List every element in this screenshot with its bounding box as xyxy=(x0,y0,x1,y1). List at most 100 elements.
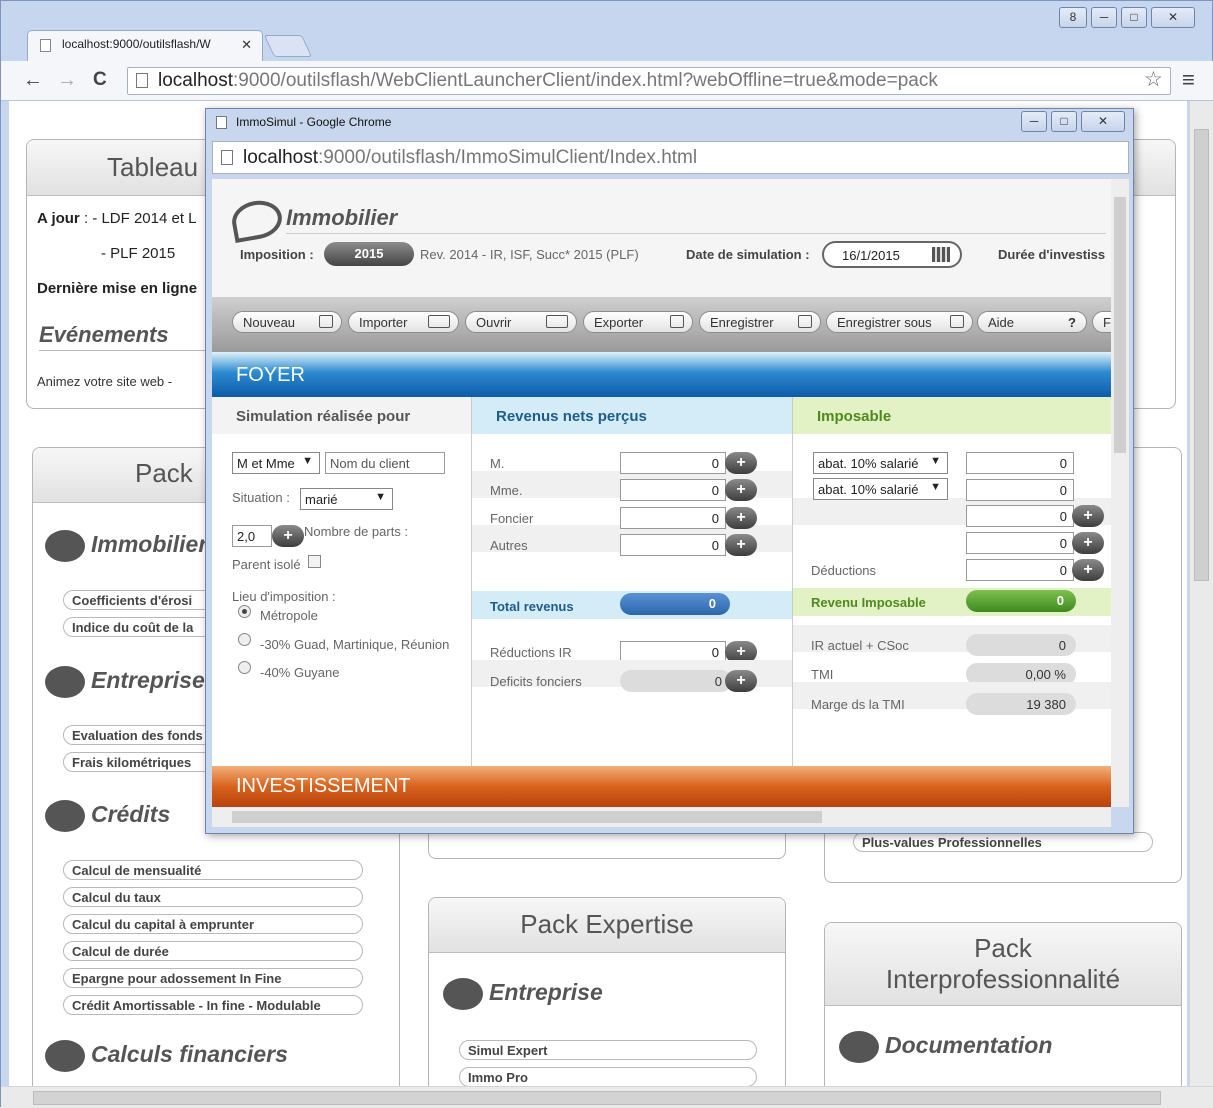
pack-inter-panel: Pack Interprofessionnalité Documentation xyxy=(824,922,1182,1086)
scroll-thumb[interactable] xyxy=(232,811,822,823)
category-entreprise: Entreprise xyxy=(45,666,205,698)
deficits-plus-button[interactable]: + xyxy=(725,670,757,692)
ajour-label: A jour xyxy=(37,210,80,227)
imposable-input-3[interactable]: 0 xyxy=(966,505,1074,527)
category-label: Crédits xyxy=(91,801,171,828)
popup-window-controls: ─ □ ✕ xyxy=(1021,111,1125,133)
menu-icon[interactable]: ≡ xyxy=(1182,67,1195,93)
revenu-imposable-label: Revenu Imposable xyxy=(811,595,926,610)
app-horizontal-scrollbar[interactable] xyxy=(212,807,1111,827)
date-simulation-input[interactable]: 16/1/2015 xyxy=(822,241,962,268)
link-taux[interactable]: Calcul du taux xyxy=(63,887,363,907)
link-capital[interactable]: Calcul du capital à emprunter xyxy=(63,914,363,934)
browser-tab[interactable]: localhost:9000/outilsflash/W ✕ xyxy=(27,30,263,61)
parts-plus-button[interactable]: + xyxy=(272,525,304,547)
calendar-icon[interactable] xyxy=(932,247,950,262)
window-controls: 8 ─ □ ✕ xyxy=(1059,7,1195,29)
pack-inter-title-line1: Pack xyxy=(974,933,1032,963)
ir-actuel-label: IR actuel + CSoc xyxy=(811,638,909,653)
radio-guadeloupe[interactable] xyxy=(238,633,251,646)
user-icon[interactable]: 8 xyxy=(1059,7,1087,28)
link-simul-expert[interactable]: Simul Expert xyxy=(459,1040,757,1060)
page-horizontal-scrollbar[interactable] xyxy=(1,1086,1213,1108)
metropole-label: Métropole xyxy=(260,608,318,623)
situation-label: Situation : xyxy=(232,490,290,505)
enregistrer-sous-button[interactable]: Enregistrer sous xyxy=(826,311,973,333)
close-button[interactable]: ✕ xyxy=(1081,111,1125,132)
reload-icon[interactable]: C xyxy=(93,69,107,91)
autres-label: Autres xyxy=(490,538,528,553)
scroll-thumb[interactable] xyxy=(1194,129,1209,581)
abattement-select-1[interactable]: abat. 10% salarié ▼ xyxy=(813,452,948,474)
deductions-plus-button[interactable]: + xyxy=(1072,559,1104,581)
tab-close-icon[interactable]: ✕ xyxy=(241,37,252,53)
scroll-thumb[interactable] xyxy=(33,1091,1161,1105)
importer-button[interactable]: Importer xyxy=(348,311,459,333)
autres-plus-button[interactable]: + xyxy=(725,534,757,556)
imposable-input-4[interactable]: 0 xyxy=(966,532,1074,554)
category-label: Immobilier xyxy=(91,531,208,558)
client-name-input[interactable]: Nom du client xyxy=(325,452,445,474)
maximize-button[interactable]: □ xyxy=(1121,7,1147,28)
maximize-button[interactable]: □ xyxy=(1051,111,1077,132)
revenu-m-input[interactable]: 0 xyxy=(620,452,726,474)
imposition-year-button[interactable]: 2015 xyxy=(324,242,414,266)
imposable-input-2[interactable]: 0 xyxy=(966,479,1074,501)
investissement-section-header[interactable]: INVESTISSEMENT xyxy=(212,766,1111,807)
radio-metropole[interactable] xyxy=(238,605,251,618)
foncier-input[interactable]: 0 xyxy=(620,507,726,529)
civilite-select[interactable]: M et Mme ▼ xyxy=(232,452,320,474)
deficits-label: Deficits fonciers xyxy=(490,674,582,689)
deductions-input[interactable]: 0 xyxy=(966,559,1074,581)
popup-address-bar[interactable]: localhost:9000/outilsflash/ImmoSimulClie… xyxy=(212,141,1129,174)
exporter-button[interactable]: Exporter xyxy=(583,311,693,333)
folder-icon xyxy=(428,315,450,328)
close-button[interactable]: ✕ xyxy=(1151,7,1195,28)
aide-button[interactable]: Aide? xyxy=(977,311,1087,333)
link-plus-values[interactable]: Plus-values Professionnelles xyxy=(853,832,1153,852)
button-label: Exporter xyxy=(594,315,644,330)
deficits-value: 0 xyxy=(620,670,732,692)
total-revenus-value: 0 xyxy=(620,593,730,615)
foncier-plus-button[interactable]: + xyxy=(725,507,757,529)
address-bar[interactable]: localhost:9000/outilsflash/WebClientLaun… xyxy=(127,67,1171,95)
page-vertical-scrollbar[interactable] xyxy=(1189,101,1213,1086)
minimize-button[interactable]: ─ xyxy=(1091,7,1117,28)
pack-inter-title-line2: Interprofessionnalité xyxy=(885,964,1121,994)
url-path: :9000/outilsflash/ImmoSimulClient/Index.… xyxy=(318,147,698,168)
enregistrer-button[interactable]: Enregistrer xyxy=(699,311,821,333)
link-credit-amortissable[interactable]: Crédit Amortissable - In fine - Modulabl… xyxy=(63,995,363,1015)
imposable-plus-button-4[interactable]: + xyxy=(1072,532,1104,554)
parts-input[interactable]: 2,0 xyxy=(232,525,272,547)
abattement-select-2[interactable]: abat. 10% salarié ▼ xyxy=(813,478,948,500)
link-duree[interactable]: Calcul de durée xyxy=(63,941,363,961)
radio-guyane[interactable] xyxy=(238,661,251,674)
deductions-label: Déductions xyxy=(811,563,877,578)
app-vertical-scrollbar[interactable] xyxy=(1111,179,1129,807)
button-label: Enregistrer xyxy=(710,315,774,330)
revenu-mme-plus-button[interactable]: + xyxy=(725,479,757,501)
imposable-plus-button-3[interactable]: + xyxy=(1072,505,1104,527)
revenu-m-plus-button[interactable]: + xyxy=(725,452,757,474)
revenu-mme-input[interactable]: 0 xyxy=(620,479,726,501)
partial-button[interactable]: F xyxy=(1092,311,1111,333)
ouvrir-button[interactable]: Ouvrir xyxy=(465,311,577,333)
scroll-thumb[interactable] xyxy=(1114,197,1126,453)
link-epargne[interactable]: Epargne pour adossement In Fine xyxy=(63,968,363,988)
marge-tmi-value: 19 380 xyxy=(966,693,1076,715)
foyer-section-header[interactable]: FOYER xyxy=(212,352,1111,397)
nouveau-button[interactable]: Nouveau xyxy=(232,311,342,333)
imposable-input-1[interactable]: 0 xyxy=(966,452,1074,474)
minimize-button[interactable]: ─ xyxy=(1021,111,1047,132)
link-immo-pro[interactable]: Immo Pro xyxy=(459,1067,757,1086)
forward-icon[interactable]: → xyxy=(57,69,77,91)
situation-select[interactable]: marié ▼ xyxy=(300,488,393,510)
parent-isole-checkbox[interactable] xyxy=(308,555,321,568)
new-tab-button[interactable] xyxy=(263,35,313,57)
autres-input[interactable]: 0 xyxy=(620,534,726,556)
save-icon xyxy=(798,315,812,328)
link-mensualite[interactable]: Calcul de mensualité xyxy=(63,860,363,880)
date-simulation-label: Date de simulation : xyxy=(686,247,810,262)
bookmark-star-icon[interactable]: ☆ xyxy=(1144,67,1163,92)
back-icon[interactable]: ← xyxy=(23,69,43,91)
